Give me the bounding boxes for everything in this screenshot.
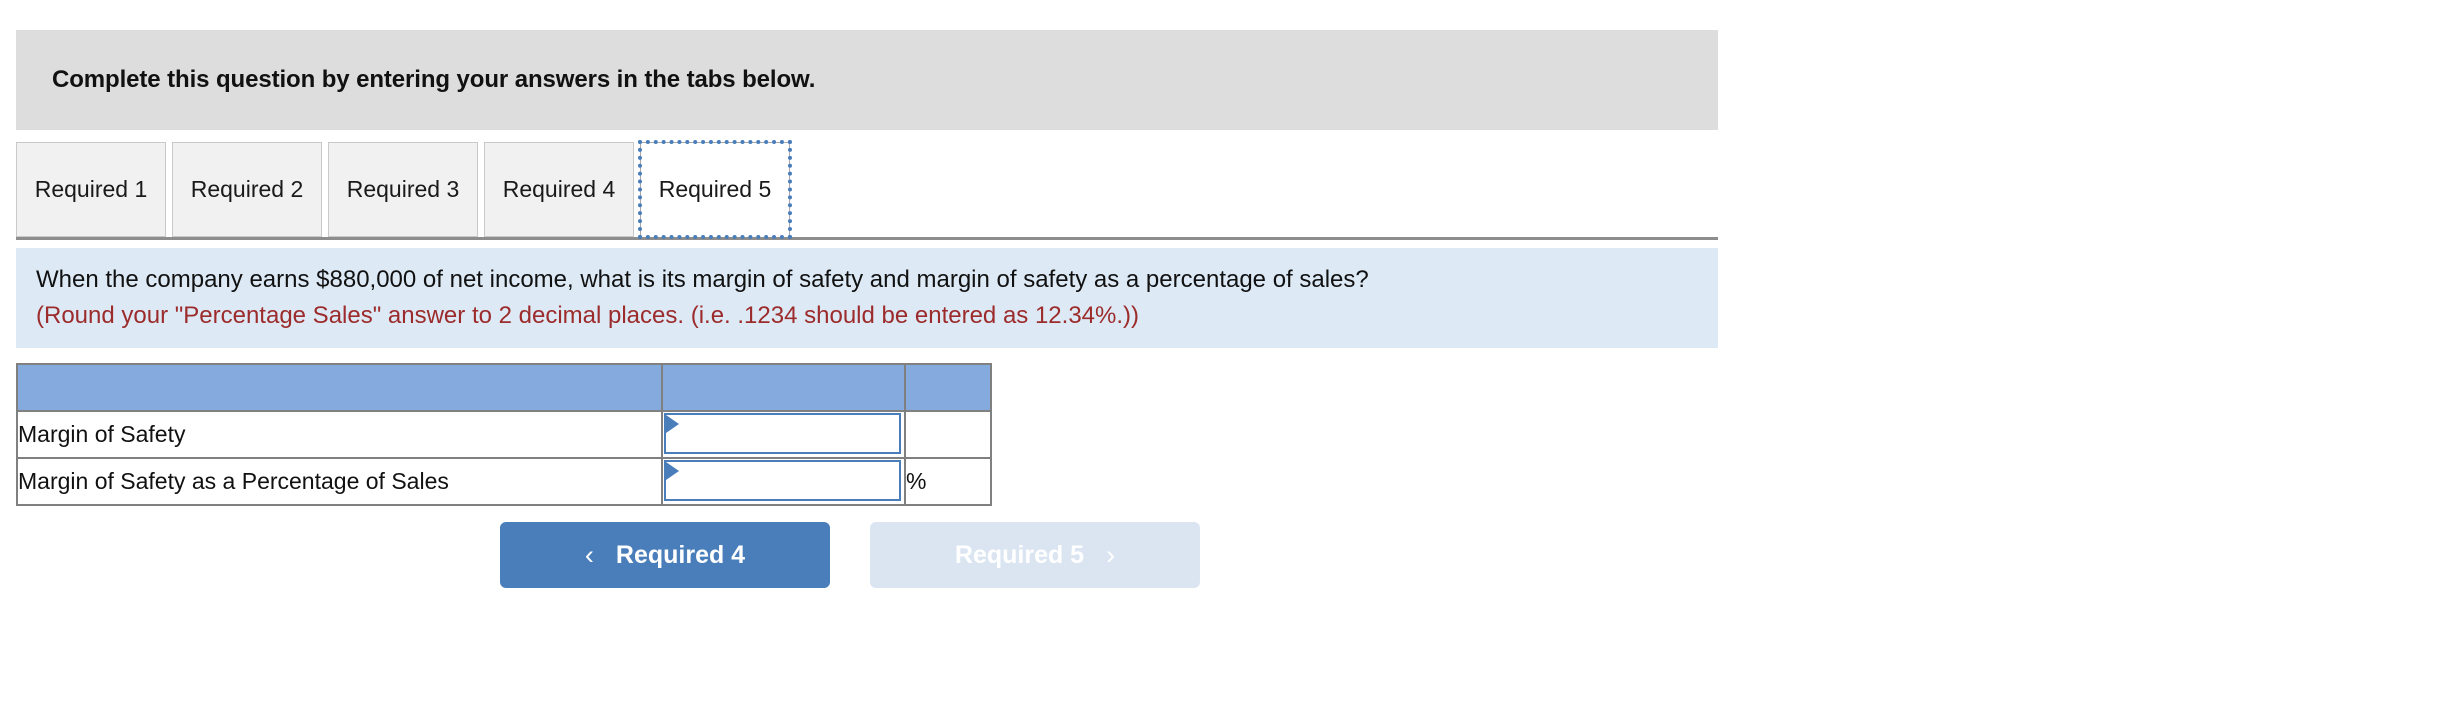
tab-required-1[interactable]: Required 1 — [16, 142, 166, 237]
table-row: Margin of Safety — [16, 410, 992, 459]
next-required-5-button: Required 5 › — [870, 522, 1200, 588]
row-label-margin-of-safety: Margin of Safety — [16, 410, 663, 459]
instruction-text: Complete this question by entering your … — [52, 66, 816, 93]
margin-of-safety-percentage-input[interactable] — [664, 460, 901, 501]
row-label-margin-of-safety-percentage: Margin of Safety as a Percentage of Sale… — [16, 457, 663, 506]
previous-button-label: Required 4 — [615, 540, 746, 569]
input-cell-margin-of-safety[interactable] — [661, 410, 906, 459]
tab-required-2[interactable]: Required 2 — [172, 142, 322, 237]
tab-required-3[interactable]: Required 3 — [328, 142, 478, 237]
table-row: Margin of Safety as a Percentage of Sale… — [16, 457, 992, 506]
tab-required-5[interactable]: Required 5 — [638, 140, 792, 239]
previous-required-4-button[interactable]: ‹ Required 4 — [500, 522, 830, 588]
header-cell-unit — [904, 363, 992, 412]
chevron-right-icon: › — [1106, 539, 1116, 570]
next-button-label: Required 5 — [954, 540, 1085, 569]
question-panel: When the company earns $880,000 of net i… — [16, 248, 1718, 348]
navigation-buttons: ‹ Required 4 Required 5 › — [500, 522, 1200, 588]
question-prompt: When the company earns $880,000 of net i… — [36, 266, 1369, 293]
input-cell-margin-of-safety-percentage[interactable] — [661, 457, 906, 506]
question-page: Complete this question by entering your … — [0, 0, 2462, 726]
unit-cell-margin-of-safety — [904, 410, 992, 459]
instruction-banner: Complete this question by entering your … — [16, 30, 1718, 130]
table-header-row — [16, 363, 992, 412]
tab-strip: Required 1 Required 2 Required 3 Require… — [16, 140, 1718, 240]
question-rounding-note: (Round your "Percentage Sales" answer to… — [36, 302, 1140, 329]
unit-cell-percent-symbol: % — [904, 457, 992, 506]
header-cell-label — [16, 363, 663, 412]
answer-table: Margin of Safety Margin of Safety as a P… — [16, 363, 992, 506]
margin-of-safety-input[interactable] — [664, 413, 901, 454]
tab-required-4[interactable]: Required 4 — [484, 142, 634, 237]
header-cell-value — [661, 363, 906, 412]
chevron-left-icon: ‹ — [584, 539, 594, 570]
